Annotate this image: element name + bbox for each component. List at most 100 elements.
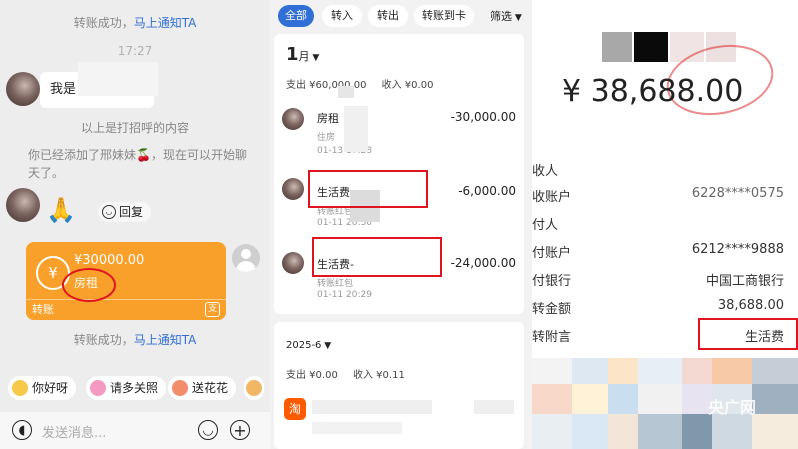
bill-date: 01-11 20:29: [317, 290, 372, 300]
quick-reply-more[interactable]: [244, 376, 264, 400]
payee-name-label: 收人: [532, 164, 559, 179]
payer-account-label: 付账户: [532, 246, 572, 261]
annotation-rect: [312, 237, 442, 277]
filter-to-card[interactable]: 转账到卡: [414, 5, 474, 27]
emoji-button-icon[interactable]: ◡: [198, 420, 218, 440]
filter-more-label: 筛选: [490, 10, 512, 23]
transfer-success-notice-bottom: 转账成功，马上通知TA: [0, 331, 270, 348]
bill-amount: -24,000.00: [450, 256, 516, 270]
transfer-memo-label: 转附言: [532, 330, 572, 345]
caret-down-icon: ▼: [309, 53, 320, 63]
blur-redaction: [634, 32, 668, 62]
month-summary: 支出 ¥60,000.00 收入 ¥0.00: [286, 76, 433, 91]
cnr-watermark: 央广网: [708, 398, 757, 417]
payer-bank-value: 中国工商银行: [705, 274, 784, 289]
bill-category: 转账红包: [317, 279, 354, 289]
filter-in[interactable]: 转入: [322, 5, 362, 27]
quick-reply-label: 你好呀: [32, 381, 69, 395]
avatar[interactable]: [6, 72, 40, 106]
notify-link[interactable]: 马上通知TA: [134, 333, 197, 347]
caret-down-icon: ▼: [512, 13, 522, 23]
receipt-panel: ¥ 38,688.00 收人 收账户 6228****0575 付人 付账户 6…: [532, 0, 798, 449]
income-summary: 收入 ¥0.00: [381, 80, 434, 91]
blur-redaction: [78, 62, 158, 96]
month-number: 1: [286, 44, 299, 65]
quick-reply-label: 送花花: [192, 381, 229, 395]
blur-redaction: [602, 32, 632, 62]
annotation-rect: [308, 170, 428, 208]
emoji-icon: [90, 380, 106, 396]
filter-more-button[interactable]: 筛选 ▼: [490, 8, 522, 24]
chat-timestamp: 17:27: [117, 44, 153, 58]
month-unit: 月: [298, 50, 310, 63]
folded-hands-sticker: 🙏: [46, 196, 76, 224]
quick-reply-regards[interactable]: 请多关照: [86, 376, 167, 400]
transfer-card[interactable]: ¥ ¥30000.00 房租 转账 支: [26, 242, 226, 320]
notice-text: 转账成功，: [73, 16, 134, 30]
input-bar: ◖ 发送消息... ◡ +: [0, 412, 270, 449]
income-summary: 收入 ¥0.11: [353, 370, 405, 381]
notify-link[interactable]: 马上通知TA: [134, 16, 197, 30]
receipt-amount: ¥ 38,688.00: [562, 74, 744, 109]
period-label: 2025-6: [286, 340, 322, 351]
voice-icon[interactable]: ◖: [12, 420, 32, 440]
quick-reply-label: 请多关照: [110, 381, 159, 395]
transfer-amount-label: 转金额: [532, 302, 572, 317]
chat-panel: 转账成功，马上通知TA 17:27 我是 以上是打招呼的内容 你已经添加了邢妹妹…: [0, 0, 270, 449]
reply-button[interactable]: ◡ 回复: [98, 202, 152, 222]
transfer-footer: 转账: [26, 299, 226, 320]
month-selector[interactable]: 1月 ▼: [286, 44, 319, 65]
bill-amount: -30,000.00: [450, 110, 516, 124]
plus-icon[interactable]: +: [230, 420, 250, 440]
blur-redaction: [338, 86, 354, 98]
period-summary: 支出 ¥0.00 收入 ¥0.11: [286, 366, 405, 381]
greeting-text: 我是: [50, 82, 77, 97]
message-input[interactable]: 发送消息...: [42, 422, 106, 441]
transfer-amount: ¥30000.00: [74, 253, 145, 268]
blur-redaction: [474, 400, 514, 414]
smile-icon: ◡: [102, 205, 116, 219]
bill-amount: -6,000.00: [458, 184, 516, 198]
greeting-note: 以上是打招呼的内容: [80, 121, 189, 135]
quick-reply-flower[interactable]: 送花花: [168, 376, 237, 400]
reply-label: 回复: [119, 205, 144, 219]
blur-redaction: [312, 400, 432, 414]
period-selector[interactable]: 2025-6 ▼: [286, 340, 331, 351]
self-avatar[interactable]: [232, 244, 260, 272]
period-bill-card: 2025-6 ▼ 支出 ¥0.00 收入 ¥0.11 淘: [274, 322, 524, 449]
transfer-success-notice-top: 转账成功，马上通知TA: [0, 14, 270, 31]
quick-reply-hello[interactable]: 你好呀: [8, 376, 77, 400]
avatar: [282, 252, 304, 274]
payer-bank-label: 付银行: [532, 274, 572, 289]
blur-redaction: [344, 106, 368, 152]
transfer-footer-label: 转账: [32, 303, 54, 316]
emoji-icon: [12, 380, 28, 396]
annotation-ellipse: [62, 268, 116, 302]
bill-category: 住房: [317, 133, 336, 143]
bill-row[interactable]: 房租 住房 01-13 17:28 -30,000.00: [274, 102, 524, 162]
month-bill-card: 1月 ▼ 支出 ¥60,000.00 收入 ¥0.00 房租 住房 01-13 …: [274, 34, 524, 314]
payee-account-value: 6228****0575: [691, 186, 784, 201]
added-friend-notice: 你已经添加了邢妹妹🍒，现在可以开始聊天了。: [28, 148, 247, 180]
caret-down-icon: ▼: [321, 341, 332, 351]
filter-all[interactable]: 全部: [278, 5, 314, 27]
flower-icon: [172, 380, 188, 396]
transfer-amount-value: 38,688.00: [717, 298, 784, 313]
expense-summary: 支出 ¥0.00: [286, 370, 338, 381]
taobao-icon: 淘: [284, 398, 306, 420]
annotation-rect: [698, 318, 798, 350]
payer-account-value: 6212****9888: [691, 242, 784, 257]
emoji-icon: [246, 380, 262, 396]
bill-title: 房租: [317, 112, 339, 125]
payer-name-label: 付人: [532, 218, 559, 233]
avatar[interactable]: [6, 188, 40, 222]
alipay-icon: 支: [205, 302, 220, 317]
expense-summary: 支出 ¥60,000.00: [286, 80, 367, 91]
filter-out[interactable]: 转出: [368, 5, 408, 27]
notice-text: 转账成功，: [73, 333, 134, 347]
blur-redaction: [312, 422, 402, 434]
payee-account-label: 收账户: [532, 190, 572, 205]
bill-list-panel: 全部 转入 转出 转账到卡 筛选 ▼ 1月 ▼ 支出 ¥60,000.00 收入…: [270, 0, 532, 449]
avatar: [282, 178, 304, 200]
avatar: [282, 108, 304, 130]
